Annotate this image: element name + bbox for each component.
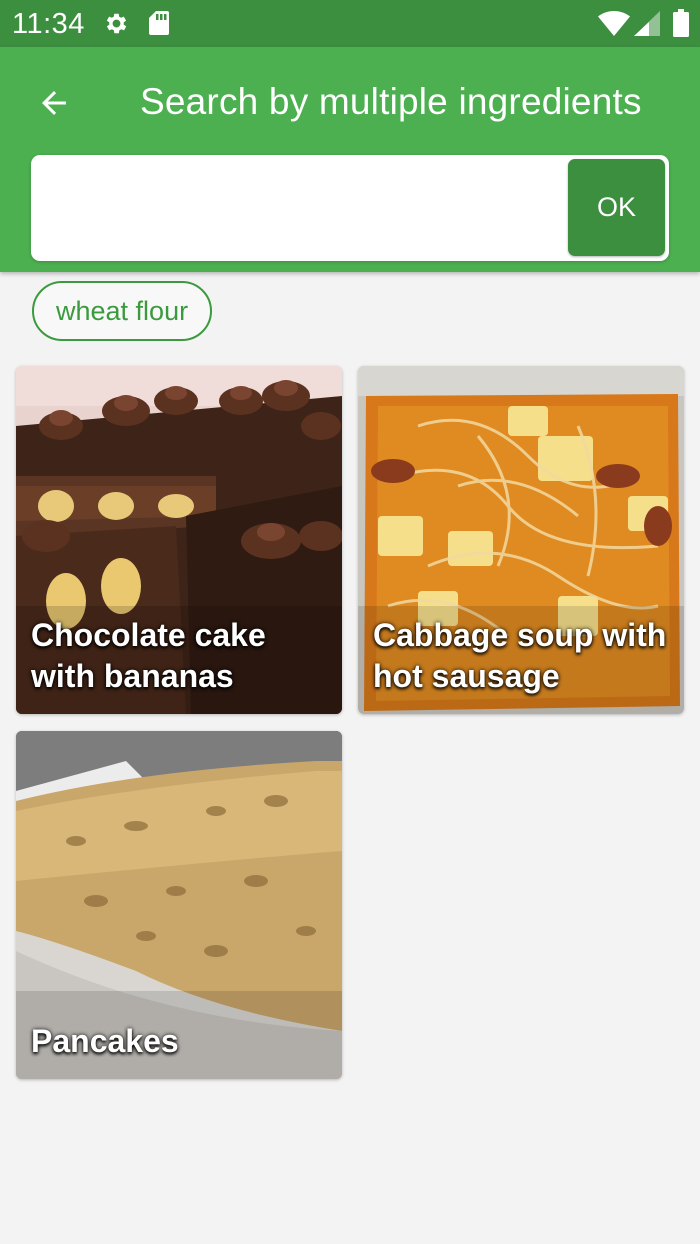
arrow-back-icon [42,91,66,115]
back-button[interactable] [28,77,80,129]
recipe-card[interactable]: Chocolate cake with bananas [16,366,342,714]
search-box: OK [31,155,669,261]
recipe-title: Pancakes [31,1023,179,1059]
ingredient-search-input[interactable] [49,175,559,241]
page-title: Search by multiple ingredients [140,81,642,122]
recipe-card[interactable]: Cabbage soup with hot sausage [358,366,684,714]
gear-icon [106,13,127,34]
sd-card-icon [149,11,169,35]
recipe-title: Chocolate cake with bananas [31,617,266,694]
signal-icon [634,11,660,36]
status-time: 11:34 [12,8,85,40]
wifi-icon [598,11,630,36]
recipe-title: Cabbage soup with hot sausage [373,617,667,694]
ingredient-chip[interactable]: wheat flour [32,281,213,341]
ok-button[interactable]: OK [568,159,665,256]
status-bar: 11:34 [0,0,700,47]
battery-icon [673,9,689,37]
app-bar: Search by multiple ingredients OK [0,47,700,272]
recipe-card[interactable]: Pancakes [16,731,342,1079]
